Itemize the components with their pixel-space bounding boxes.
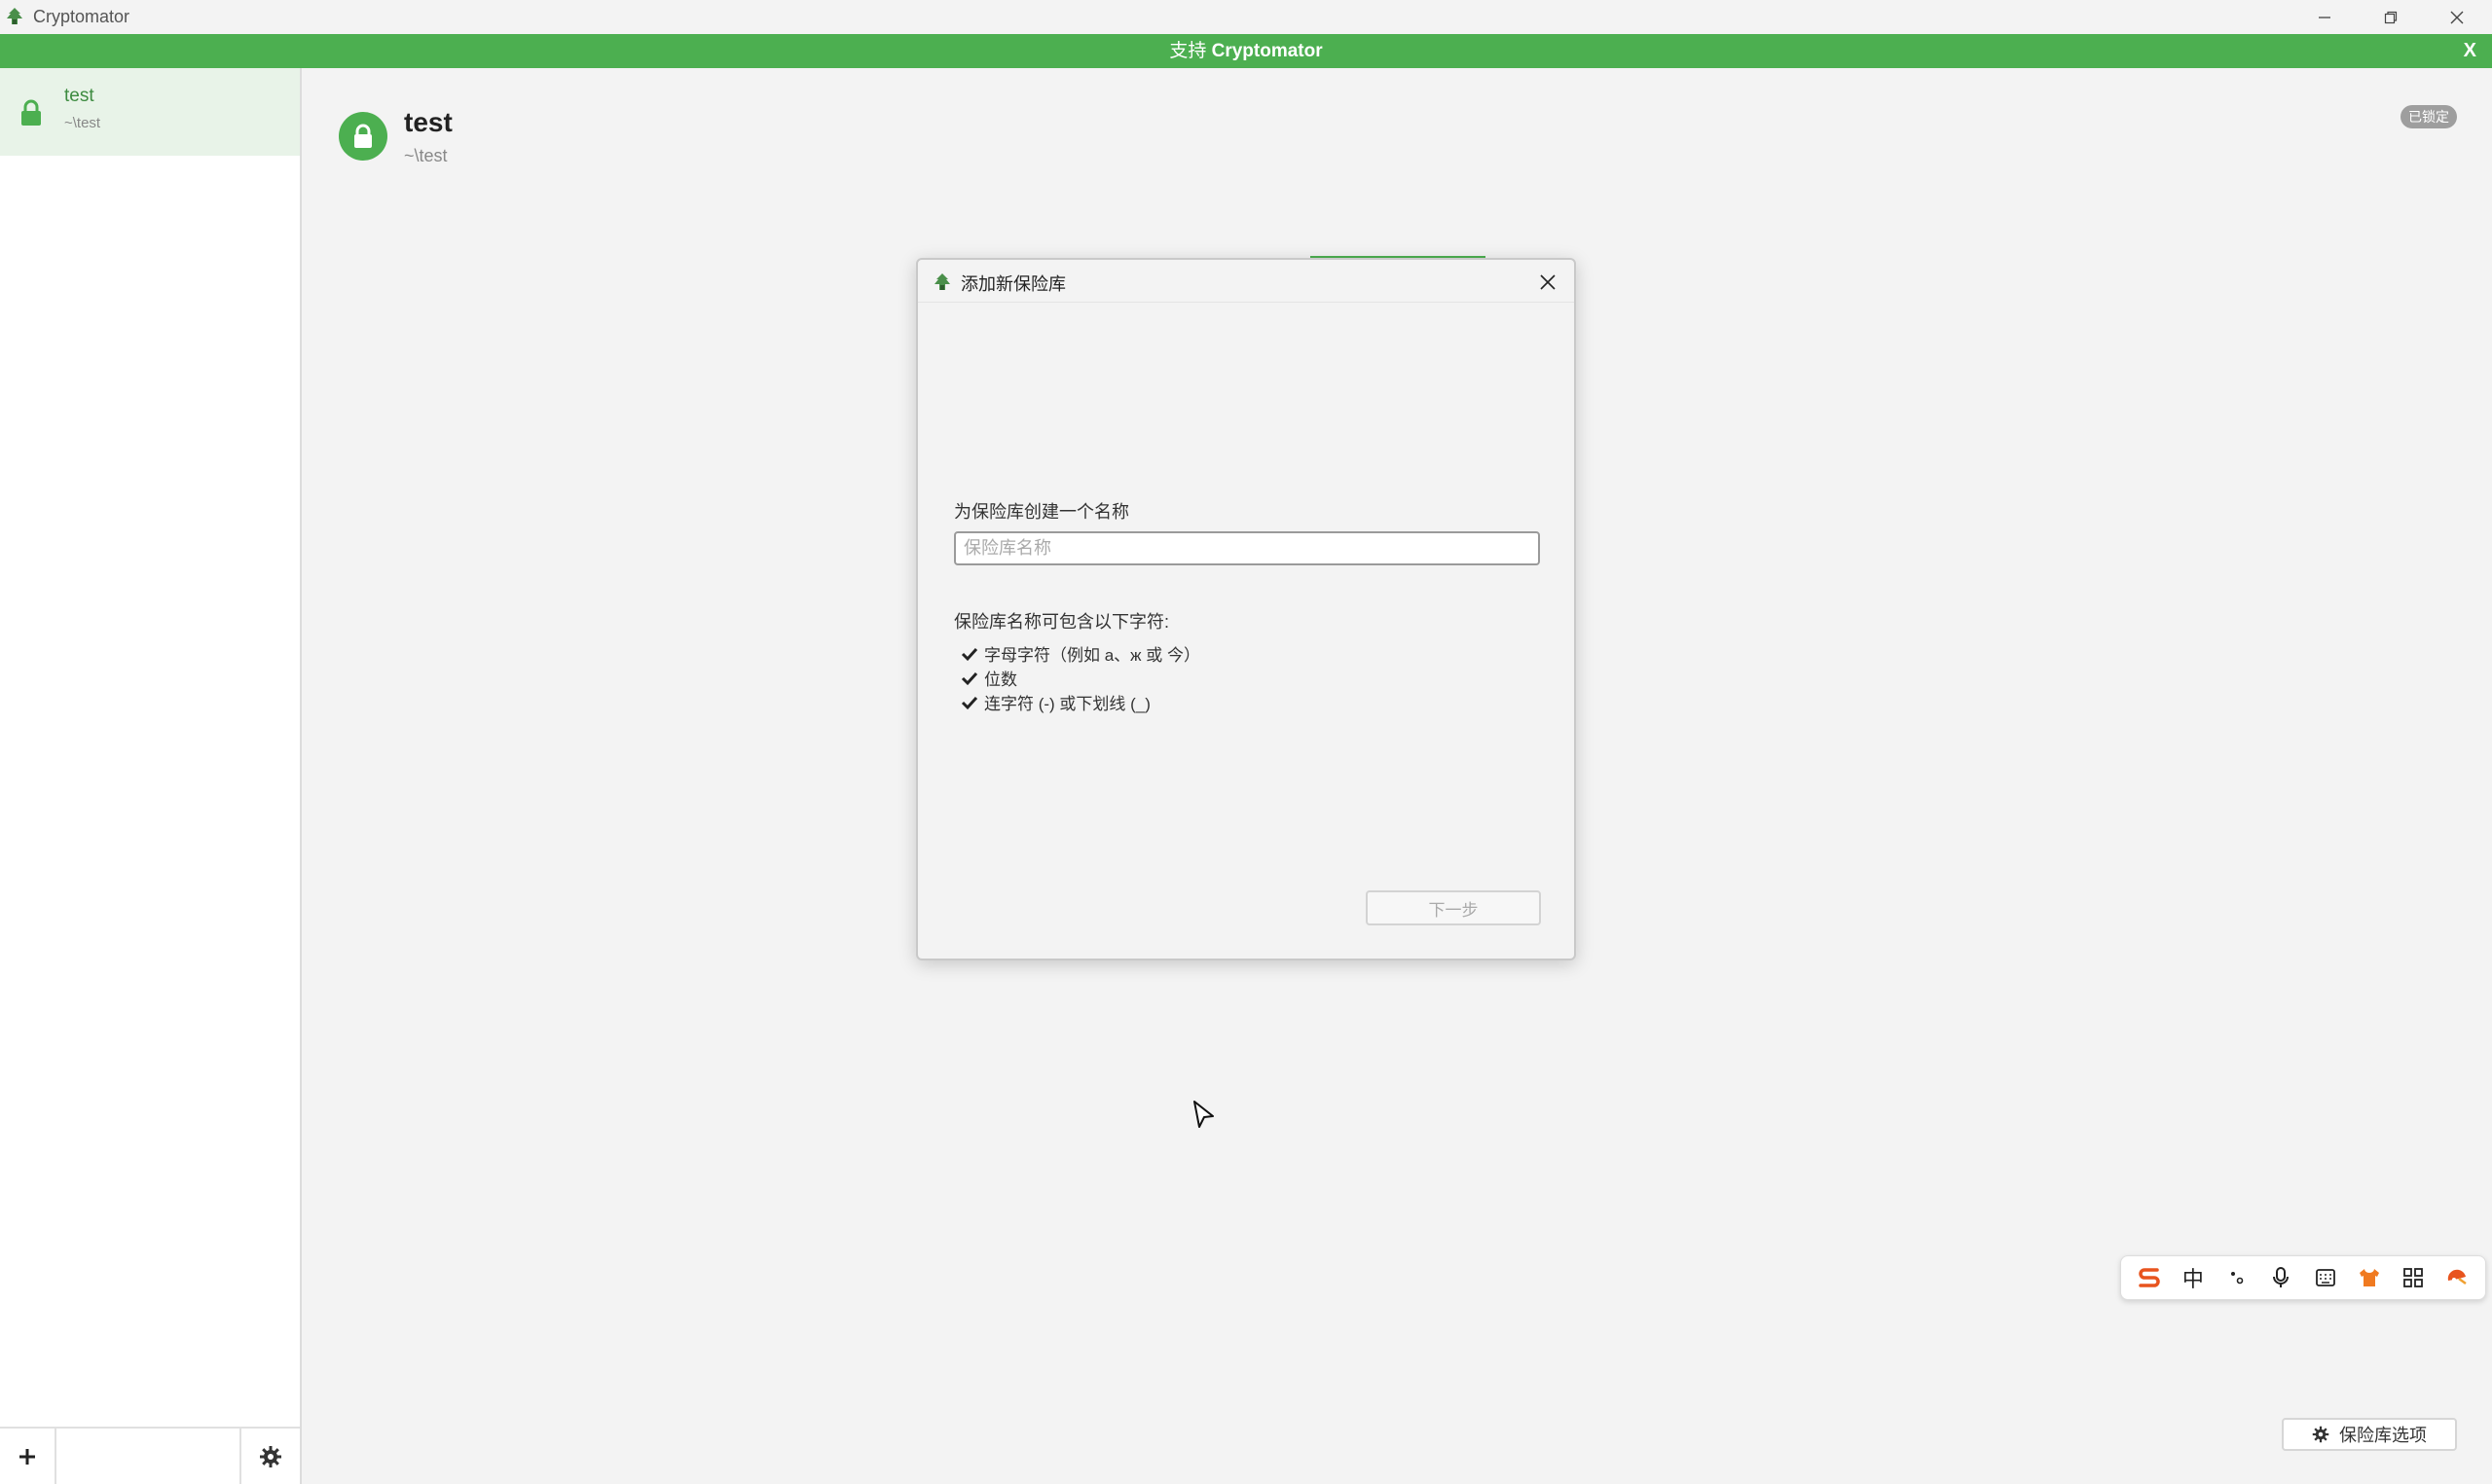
allowed-chars-heading: 保险库名称可包含以下字符: xyxy=(954,612,1169,632)
vault-name-input[interactable] xyxy=(954,531,1540,565)
vault-options-label: 保险库选项 xyxy=(2339,1426,2427,1445)
gear-icon xyxy=(260,1445,281,1467)
rule-digits-text: 位数 xyxy=(984,670,1017,689)
rule-letters-text: 字母字符（例如 a、ж 或 今） xyxy=(984,646,1200,665)
sidebar-vault-name: test xyxy=(64,86,94,106)
rule-hyphen-text: 连字符 (-) 或下划线 (_) xyxy=(984,695,1151,713)
checkmark-icon xyxy=(961,671,978,685)
restore-button[interactable] xyxy=(2358,0,2424,34)
support-banner[interactable]: 支持 Cryptomator X xyxy=(0,34,2492,68)
restore-icon xyxy=(2384,11,2398,23)
vault-status-icon xyxy=(339,112,387,161)
dialog-title-bar: 添加新保险库 xyxy=(918,260,1574,303)
tools-icon[interactable] xyxy=(2438,1259,2475,1296)
rule-letters: 字母字符（例如 a、ж 或 今） xyxy=(961,641,1200,666)
vault-options-button[interactable]: 保险库选项 xyxy=(2282,1418,2457,1451)
dialog-title: 添加新保险库 xyxy=(961,274,1066,294)
skin-icon[interactable] xyxy=(2351,1259,2388,1296)
window-title: Cryptomator xyxy=(33,7,130,26)
plus-icon xyxy=(19,1448,35,1465)
vault-title: test xyxy=(404,107,453,137)
app-logo-icon xyxy=(7,8,22,24)
next-button[interactable]: 下一步 xyxy=(1366,890,1541,925)
checkmark-icon xyxy=(961,696,978,709)
dialog-close-button[interactable] xyxy=(1535,270,1560,295)
banner-brand: Cryptomator xyxy=(1211,41,1323,61)
banner-prefix: 支持 xyxy=(1169,41,1212,61)
window-title-bar: Cryptomator xyxy=(0,0,2492,34)
vault-path: ~\test xyxy=(404,146,448,165)
support-banner-text[interactable]: 支持 Cryptomator xyxy=(0,34,2492,68)
app-logo-icon xyxy=(934,273,950,290)
mouse-cursor-icon xyxy=(1193,1101,1214,1128)
close-window-button[interactable] xyxy=(2424,0,2490,34)
ime-mode-toggle[interactable]: 中 xyxy=(2175,1259,2212,1296)
minimize-button[interactable] xyxy=(2291,0,2358,34)
gear-icon xyxy=(2312,1426,2329,1443)
banner-close-button[interactable]: X xyxy=(2464,34,2476,68)
sidebar-item-vault-test[interactable]: test ~\test xyxy=(0,68,300,156)
close-icon xyxy=(1540,274,1556,290)
grid-icon[interactable] xyxy=(2395,1259,2432,1296)
add-vault-dialog: 添加新保险库 为保险库创建一个名称 保险库名称可包含以下字符: 字母字符（例如 … xyxy=(916,258,1576,960)
settings-button[interactable] xyxy=(239,1429,300,1484)
rule-digits: 位数 xyxy=(961,666,1017,690)
sidebar-footer xyxy=(0,1427,300,1484)
lock-icon xyxy=(21,99,41,126)
close-icon xyxy=(2450,11,2464,23)
keyboard-icon[interactable] xyxy=(2307,1259,2344,1296)
ime-toolbar: 中 xyxy=(2120,1255,2486,1300)
sidebar-vault-path: ~\test xyxy=(64,115,101,131)
add-vault-button[interactable] xyxy=(0,1429,56,1484)
status-badge: 已锁定 xyxy=(2400,105,2457,128)
lock-icon xyxy=(354,124,372,148)
checkmark-icon xyxy=(961,647,978,661)
rule-hyphen-underscore: 连字符 (-) 或下划线 (_) xyxy=(961,690,1151,714)
punctuation-icon[interactable] xyxy=(2218,1259,2255,1296)
vault-sidebar: test ~\test xyxy=(0,68,302,1484)
sogou-logo-icon[interactable] xyxy=(2131,1259,2168,1296)
minimize-icon xyxy=(2319,16,2330,18)
vault-name-label: 为保险库创建一个名称 xyxy=(954,502,1129,522)
microphone-icon[interactable] xyxy=(2262,1259,2299,1296)
